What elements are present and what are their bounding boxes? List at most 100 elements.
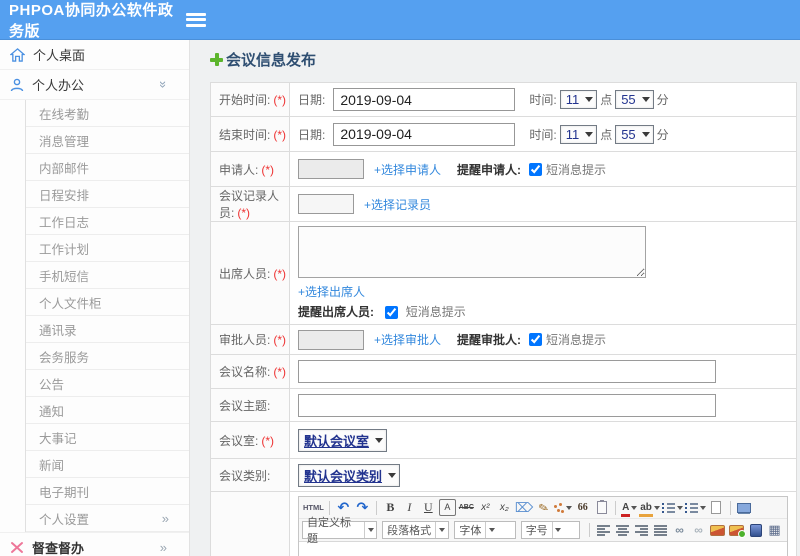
recorder-input[interactable] <box>298 194 354 214</box>
sidebar-item-supervision[interactable]: 督查督办 » <box>0 532 189 556</box>
choose-recorder-link[interactable]: +选择记录员 <box>364 196 431 213</box>
fullscreen-button[interactable] <box>736 499 753 516</box>
sidebar-item-schedule[interactable]: 日程安排 <box>26 181 189 208</box>
sidebar-item-internal-mail[interactable]: 内部邮件 <box>26 154 189 181</box>
align-center-button[interactable] <box>614 522 631 539</box>
bold-button[interactable]: B <box>382 499 399 516</box>
monitor-icon <box>737 502 752 513</box>
align-center-icon <box>616 524 629 536</box>
sidebar-item-label: 会务服务 <box>39 350 90 365</box>
meeting-room-select[interactable]: 默认会议室 <box>298 428 388 452</box>
sidebar-item-contacts[interactable]: 通讯录 <box>26 316 189 343</box>
editor-content-area[interactable] <box>299 542 787 556</box>
applicant-sms-checkbox[interactable] <box>529 162 543 176</box>
meeting-subject-input[interactable] <box>298 393 716 417</box>
sidebar-item-label: 个人办公 <box>32 78 85 93</box>
caret-down-icon <box>631 506 638 513</box>
start-minute-select[interactable]: 55 <box>615 90 654 109</box>
strikethrough-button[interactable]: ABC <box>458 499 475 516</box>
format-painter-icon[interactable] <box>554 499 573 516</box>
approver-sms-checkbox[interactable] <box>529 333 543 346</box>
font-size-select[interactable]: 字号 <box>520 521 581 539</box>
remind-applicant-label: 提醒申请人: <box>457 162 522 177</box>
format-brush-icon[interactable]: ✎ <box>533 497 554 518</box>
end-time-label: 结束时间: <box>219 127 271 142</box>
person-icon <box>10 78 24 91</box>
caret-down-icon <box>566 506 573 513</box>
select-value: 字体 <box>459 525 482 537</box>
start-hour-select[interactable]: 11 <box>559 90 598 109</box>
choose-attendee-link[interactable]: +选择出席人 <box>298 285 365 299</box>
font-family-select[interactable]: 字体 <box>454 521 516 539</box>
upload-image-button[interactable] <box>728 522 746 539</box>
sidebar-item-label: 个人设置 <box>39 512 90 527</box>
align-left-button[interactable] <box>595 522 612 539</box>
sidebar-item-sms[interactable]: 手机短信 <box>26 262 189 289</box>
table-row: HTML ↶ ↷ B I U A ABC x² x₂ ⌦ ✎ 66 A ab 自… <box>210 491 797 556</box>
approver-input[interactable] <box>298 329 364 350</box>
sidebar-item-label: 公告 <box>39 377 65 392</box>
sidebar-item-desktop[interactable]: 个人桌面 <box>0 40 189 70</box>
sidebar-item-office[interactable]: 个人办公 » <box>0 70 189 100</box>
start-date-input[interactable] <box>333 88 516 111</box>
blockquote-button[interactable]: 66 <box>574 499 591 516</box>
sidebar-item-meeting-service[interactable]: 会务服务 <box>26 343 189 370</box>
select-value: 段落格式 <box>387 525 432 537</box>
sidebar-item-label: 手机短信 <box>39 269 90 284</box>
choose-applicant-link[interactable]: +选择申请人 <box>374 161 441 178</box>
sms-label: 短消息提示 <box>546 162 607 177</box>
caret-down-icon <box>485 522 497 538</box>
sidebar-item-work-plan[interactable]: 工作计划 <box>26 235 189 262</box>
sidebar-item-e-journal[interactable]: 电子期刊 <box>26 478 189 505</box>
meeting-name-input[interactable] <box>298 360 716 383</box>
remove-link-icon[interactable]: ∞ <box>690 522 707 539</box>
char-border-button[interactable]: A <box>438 499 456 516</box>
sidebar-item-announcement[interactable]: 公告 <box>26 370 189 397</box>
insert-link-icon[interactable]: ∞ <box>671 522 688 539</box>
editor-toolbar-row1: HTML ↶ ↷ B I U A ABC x² x₂ ⌦ ✎ 66 A ab <box>299 497 787 519</box>
applicant-input[interactable] <box>298 159 364 179</box>
end-hour-select[interactable]: 11 <box>559 124 598 144</box>
sidebar-item-attendance[interactable]: 在线考勤 <box>26 100 189 127</box>
italic-button[interactable]: I <box>401 499 418 516</box>
remove-format-icon[interactable]: ⌦ <box>515 499 533 516</box>
insert-image-button[interactable] <box>709 522 726 539</box>
main-content: 会议信息发布 开始时间:(*) 日期: 时间: 11 点 55 分 结束时间:(… <box>190 40 800 556</box>
align-right-button[interactable] <box>633 522 650 539</box>
attendee-textarea[interactable] <box>298 226 646 278</box>
paragraph-format-select[interactable]: 段落格式 <box>382 521 450 539</box>
align-justify-button[interactable] <box>652 522 669 539</box>
sidebar-item-notice[interactable]: 通知 <box>26 397 189 424</box>
paste-icon[interactable] <box>593 499 610 516</box>
highlight-color-button[interactable]: ab <box>639 499 660 517</box>
sidebar-item-file-cabinet[interactable]: 个人文件柜 <box>26 289 189 316</box>
new-page-button[interactable] <box>708 499 725 516</box>
meeting-room-label: 会议室: <box>219 433 259 448</box>
sidebar-item-events[interactable]: 大事记 <box>26 424 189 451</box>
insert-table-icon[interactable]: ▦ <box>766 522 783 539</box>
minute-suffix: 分 <box>656 127 669 142</box>
meeting-category-select[interactable]: 默认会议类别 <box>298 463 401 487</box>
required-mark: (*) <box>273 266 287 281</box>
superscript-button[interactable]: x² <box>477 499 494 516</box>
menu-toggle-icon[interactable] <box>186 12 206 27</box>
sidebar-item-personal-settings[interactable]: 个人设置 » <box>26 505 189 532</box>
align-right-icon <box>635 524 648 536</box>
end-minute-select[interactable]: 55 <box>615 124 654 144</box>
insert-media-button[interactable] <box>747 522 764 539</box>
bullet-list-button[interactable] <box>684 499 706 516</box>
end-date-input[interactable] <box>333 122 516 146</box>
sidebar-item-work-log[interactable]: 工作日志 <box>26 208 189 235</box>
font-color-button[interactable]: A <box>621 499 638 517</box>
underline-button[interactable]: U <box>420 499 437 516</box>
caret-down-icon <box>435 522 447 538</box>
subscript-button[interactable]: x₂ <box>496 499 513 516</box>
caret-down-icon <box>585 131 594 141</box>
attendee-sms-checkbox[interactable] <box>385 306 399 320</box>
heading-style-select[interactable]: 自定义标题 <box>302 517 378 545</box>
sidebar-item-messages[interactable]: 消息管理 <box>26 127 189 154</box>
sidebar-item-news[interactable]: 新闻 <box>26 451 189 478</box>
choose-approver-link[interactable]: +选择审批人 <box>374 331 441 348</box>
numbered-list-button[interactable] <box>661 499 683 516</box>
meeting-subject-label: 会议主题: <box>219 398 271 413</box>
